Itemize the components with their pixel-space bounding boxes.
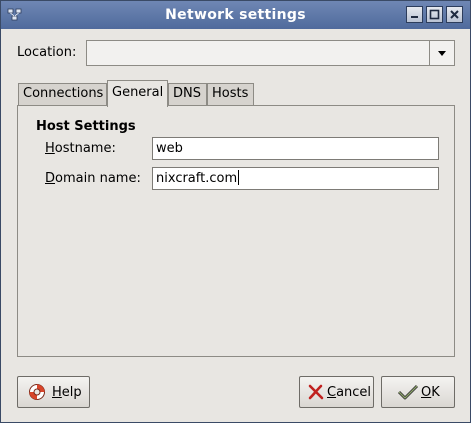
hostname-value: web xyxy=(156,141,183,156)
tab-label: General xyxy=(112,85,164,100)
combo-arrow-button[interactable] xyxy=(429,41,454,65)
tab-general[interactable]: General xyxy=(107,80,168,107)
tab-label: Hosts xyxy=(212,86,249,101)
chevron-down-icon xyxy=(438,51,446,56)
maximize-button[interactable] xyxy=(426,6,443,23)
check-icon xyxy=(397,384,419,400)
location-combo[interactable] xyxy=(86,40,455,66)
tab-connections[interactable]: Connections xyxy=(18,83,107,105)
ok-button[interactable]: OK xyxy=(381,376,455,408)
cross-icon xyxy=(308,384,324,400)
cancel-label: Cancel xyxy=(327,385,372,400)
tab-label: Connections xyxy=(23,86,104,101)
hostname-label: Hostname: xyxy=(45,141,116,156)
hostname-input[interactable]: web xyxy=(152,137,439,160)
domain-name-input[interactable]: nixcraft.com xyxy=(152,167,439,190)
section-title: Host Settings xyxy=(36,119,136,134)
location-label: Location: xyxy=(17,45,77,60)
titlebar[interactable]: Network settings xyxy=(1,1,470,29)
domain-name-label: Domain name: xyxy=(45,171,141,186)
tab-hosts[interactable]: Hosts xyxy=(207,83,254,105)
close-icon xyxy=(450,10,459,19)
cancel-button[interactable]: Cancel xyxy=(299,376,374,408)
ok-label: OK xyxy=(421,385,440,400)
maximize-icon xyxy=(429,9,440,20)
minimize-icon xyxy=(411,16,418,18)
close-button[interactable] xyxy=(446,6,463,23)
help-button[interactable]: Help xyxy=(17,376,90,408)
tab-dns[interactable]: DNS xyxy=(168,83,207,105)
domain-value: nixcraft.com xyxy=(156,171,238,186)
window-title: Network settings xyxy=(165,7,306,23)
text-caret xyxy=(238,170,240,185)
lifebuoy-icon xyxy=(29,384,45,400)
tab-label: DNS xyxy=(173,86,201,101)
network-settings-window: Network settings Location: Connections G… xyxy=(0,0,471,423)
minimize-button[interactable] xyxy=(406,6,423,23)
help-label: Help xyxy=(52,385,82,400)
